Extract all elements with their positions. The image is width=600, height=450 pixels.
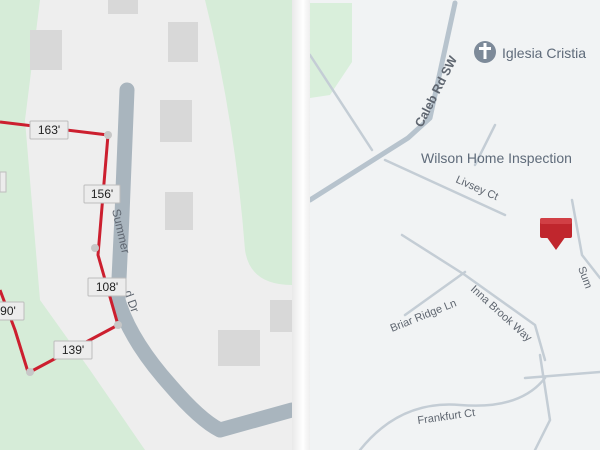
boundary-vertex[interactable] [104, 131, 112, 139]
dimension-label: 156' [83, 184, 121, 204]
building [165, 192, 193, 230]
svg-text:90': 90' [0, 304, 16, 318]
building [218, 330, 260, 366]
building [108, 0, 138, 14]
poi-label-wilson[interactable]: Wilson Home Inspection [421, 150, 572, 166]
svg-text:108': 108' [96, 280, 118, 294]
svg-text:156': 156' [91, 187, 113, 201]
poi-church[interactable]: Iglesia Cristia [474, 41, 586, 63]
street-map[interactable]: Caleb Rd SW Livsey Ct Briar Ridge Ln Inn… [310, 0, 600, 450]
dimension-label-clipped [0, 171, 7, 193]
parcel-map-canvas[interactable]: Summer d Dr 163' 156' 108' 139' 90' [0, 0, 292, 450]
building [270, 300, 292, 332]
panel-divider [292, 0, 310, 450]
poi-label-church[interactable]: Iglesia Cristia [502, 45, 586, 61]
dimension-label: 139' [53, 340, 93, 360]
dimension-label: 163' [29, 120, 69, 140]
dimension-label: 108' [87, 277, 127, 297]
parcel-map[interactable]: Summer d Dr 163' 156' 108' 139' 90' [0, 0, 292, 450]
boundary-vertex[interactable] [91, 244, 99, 252]
building [30, 30, 62, 70]
svg-text:163': 163' [38, 123, 60, 137]
dimension-label: 90' [0, 301, 25, 321]
boundary-vertex[interactable] [114, 321, 122, 329]
building [168, 22, 198, 62]
boundary-vertex[interactable] [26, 368, 34, 376]
street-map-canvas[interactable]: Caleb Rd SW Livsey Ct Briar Ridge Ln Inn… [310, 0, 600, 450]
building [160, 100, 192, 142]
svg-text:139': 139' [62, 343, 84, 357]
